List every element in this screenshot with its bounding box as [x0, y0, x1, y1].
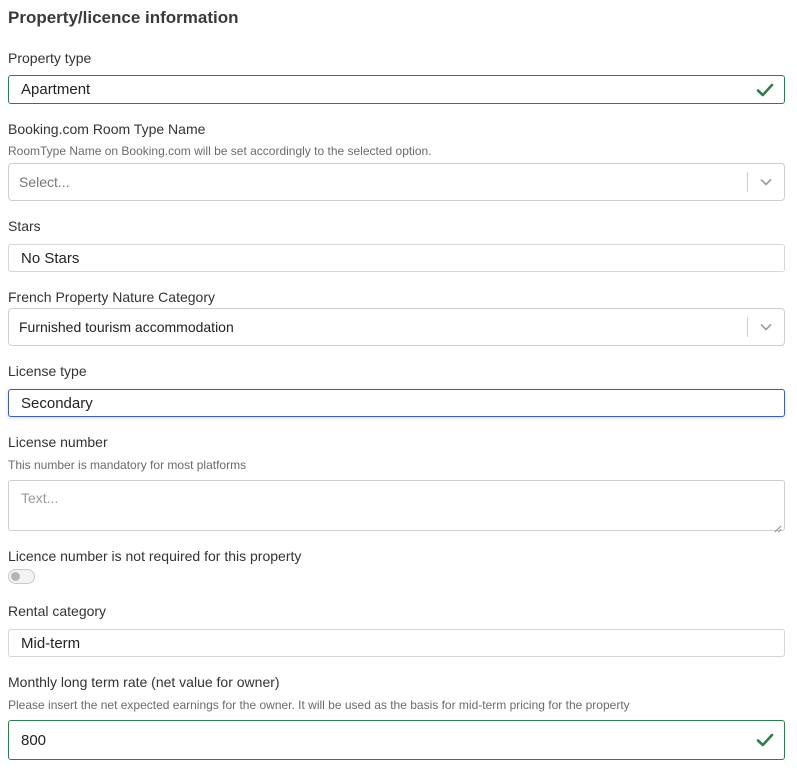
monthly-rate-value: 800	[21, 731, 47, 749]
toggle-knob	[11, 572, 20, 581]
stars-label: Stars	[8, 218, 41, 234]
french-nature-label: French Property Nature Category	[8, 289, 215, 305]
license-number-label: License number	[8, 434, 108, 450]
property-type-label: Property type	[8, 50, 92, 66]
license-type-label: License type	[8, 363, 87, 379]
license-number-textarea[interactable]: Text...	[8, 480, 785, 533]
license-type-field[interactable]: Secondary	[8, 389, 785, 417]
chevron-down-icon[interactable]	[748, 164, 784, 200]
rental-category-value: Mid-term	[21, 634, 81, 652]
stars-field[interactable]: No Stars	[8, 244, 785, 272]
license-number-hint: This number is mandatory for most platfo…	[8, 458, 247, 472]
rental-category-label: Rental category	[8, 603, 107, 619]
license-number-placeholder: Text...	[21, 490, 59, 506]
license-type-value: Secondary	[21, 394, 93, 412]
rental-category-field[interactable]: Mid-term	[8, 629, 785, 657]
section-title: Property/licence information	[8, 8, 239, 27]
monthly-rate-label: Monthly long term rate (net value for ow…	[8, 674, 280, 690]
check-icon	[754, 729, 776, 751]
property-type-value: Apartment	[21, 81, 91, 98]
booking-room-type-placeholder: Select...	[19, 174, 70, 190]
resize-grip-icon[interactable]	[774, 520, 782, 533]
stars-value: No Stars	[21, 249, 80, 267]
chevron-down-icon[interactable]	[748, 309, 784, 345]
licence-not-required-label: Licence number is not required for this …	[8, 548, 302, 564]
check-icon	[754, 79, 776, 101]
french-nature-value: Furnished tourism accommodation	[19, 319, 234, 335]
property-type-field[interactable]: Apartment	[8, 75, 785, 104]
monthly-rate-hint: Please insert the net expected earnings …	[8, 698, 630, 712]
monthly-rate-field[interactable]: 800	[8, 720, 785, 760]
booking-room-type-hint: RoomType Name on Booking.com will be set…	[8, 144, 432, 158]
booking-room-type-select[interactable]: Select...	[8, 163, 785, 201]
licence-not-required-toggle[interactable]	[8, 569, 35, 584]
french-nature-select[interactable]: Furnished tourism accommodation	[8, 308, 785, 346]
booking-room-type-label: Booking.com Room Type Name	[8, 121, 206, 137]
